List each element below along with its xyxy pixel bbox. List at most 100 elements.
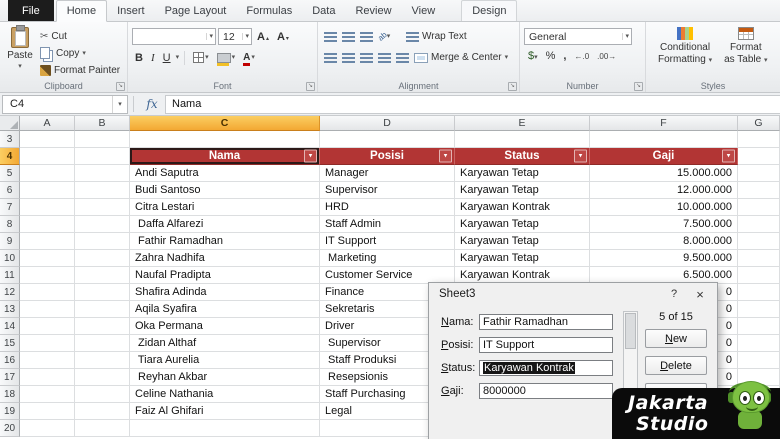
decrease-font-size-button[interactable] [274,28,292,45]
decrease-decimal-button[interactable] [597,52,616,61]
borders-button[interactable] [190,49,212,66]
cell-G13[interactable] [738,301,780,318]
tab-formulas[interactable]: Formulas [236,1,302,21]
cell-B7[interactable] [75,199,130,216]
column-header-c[interactable]: C [130,116,320,131]
font-color-button[interactable] [240,49,258,66]
cell-G5[interactable] [738,165,780,182]
column-header-d[interactable]: D [320,116,455,131]
column-header-g[interactable]: G [738,116,780,131]
table-header-cell-posisi[interactable]: Posisi [320,148,455,165]
align-middle-button[interactable] [340,28,356,45]
column-header-e[interactable]: E [455,116,590,131]
cell-B14[interactable] [75,318,130,335]
row-header-16[interactable]: 16 [0,352,20,369]
alignment-dialog-launcher-icon[interactable] [508,82,517,91]
cell-B12[interactable] [75,284,130,301]
format-as-table-button[interactable]: Format as Table [720,25,771,67]
cell-E8[interactable]: Karyawan Tetap [455,216,590,233]
cell-G10[interactable] [738,250,780,267]
cell-A11[interactable] [20,267,75,284]
dialog-close-button[interactable]: × [687,287,713,302]
format-painter-button[interactable]: Format Painter [40,63,120,77]
cell-A17[interactable] [20,369,75,386]
dialog-help-button[interactable]: ? [661,288,687,300]
filter-icon-status[interactable] [574,150,587,163]
cut-button[interactable]: Cut [40,29,120,43]
font-name-select[interactable] [132,28,216,45]
form-input-gaji[interactable]: 8000000 [479,383,613,399]
cell-G6[interactable] [738,182,780,199]
table-header-cell-nama[interactable]: Nama [130,148,320,165]
row-header-14[interactable]: 14 [0,318,20,335]
underline-button[interactable]: U [160,49,174,66]
percent-style-button[interactable]: % [546,50,556,62]
table-header-cell-gaji[interactable]: Gaji [590,148,738,165]
row-header-5[interactable]: 5 [0,165,20,182]
row-header-18[interactable]: 18 [0,386,20,403]
cell-F8[interactable]: 7.500.000 [590,216,738,233]
cell-C11[interactable]: Naufal Pradipta [130,267,320,284]
name-box-dropdown-icon[interactable] [112,96,127,113]
align-right-button[interactable] [358,49,374,66]
column-header-b[interactable]: B [75,116,130,131]
cell-B6[interactable] [75,182,130,199]
row-header-10[interactable]: 10 [0,250,20,267]
cell-B3[interactable] [75,131,130,148]
comma-style-button[interactable]: , [563,50,566,62]
filter-icon-nama[interactable] [304,150,317,163]
row-header-20[interactable]: 20 [0,420,20,437]
cell-A7[interactable] [20,199,75,216]
cell-C6[interactable]: Budi Santoso [130,182,320,199]
cell-C10[interactable]: Zahra Nadhifa [130,250,320,267]
tab-review[interactable]: Review [345,1,401,21]
cell-G14[interactable] [738,318,780,335]
bold-button[interactable]: B [132,49,146,66]
accounting-format-button[interactable]: $ [528,50,538,62]
cell-B16[interactable] [75,352,130,369]
cell-A16[interactable] [20,352,75,369]
column-header-f[interactable]: F [590,116,738,131]
row-header-4[interactable]: 4 [0,148,20,165]
cell-E6[interactable]: Karyawan Tetap [455,182,590,199]
form-input-posisi[interactable]: IT Support [479,337,613,353]
cell-D7[interactable]: HRD [320,199,455,216]
row-header-13[interactable]: 13 [0,301,20,318]
cell-A12[interactable] [20,284,75,301]
row-header-9[interactable]: 9 [0,233,20,250]
cell-B20[interactable] [75,420,130,437]
cell-A18[interactable] [20,386,75,403]
row-header-8[interactable]: 8 [0,216,20,233]
cell-B5[interactable] [75,165,130,182]
copy-button[interactable]: Copy [40,46,120,60]
cell-C5[interactable]: Andi Saputra [130,165,320,182]
cell-D8[interactable]: Staff Admin [320,216,455,233]
tab-view[interactable]: View [402,1,446,21]
align-top-button[interactable] [322,28,338,45]
cell-C18[interactable]: Celine Nathania [130,386,320,403]
cell-C7[interactable]: Citra Lestari [130,199,320,216]
row-header-15[interactable]: 15 [0,335,20,352]
cell-C9[interactable]: Fathir Ramadhan [130,233,320,250]
increase-font-size-button[interactable] [254,28,272,45]
column-header-a[interactable]: A [20,116,75,131]
cell-G16[interactable] [738,352,780,369]
cell-C16[interactable]: Tiara Aurelia [130,352,320,369]
cell-B11[interactable] [75,267,130,284]
dialog-title-bar[interactable]: Sheet3 ? × [429,283,717,305]
cell-D3[interactable] [320,131,455,148]
row-header-3[interactable]: 3 [0,131,20,148]
insert-function-button[interactable]: fx [139,97,165,111]
delete-button[interactable]: Delete [645,356,707,375]
row-header-11[interactable]: 11 [0,267,20,284]
cell-C12[interactable]: Shafira Adinda [130,284,320,301]
wrap-text-button[interactable]: Wrap Text [404,31,469,42]
tab-design[interactable]: Design [461,0,517,21]
number-format-select[interactable]: General [524,28,632,45]
cell-D6[interactable]: Supervisor [320,182,455,199]
fill-color-button[interactable] [214,49,239,66]
scrollbar-thumb[interactable] [625,313,636,349]
cell-A13[interactable] [20,301,75,318]
row-header-19[interactable]: 19 [0,403,20,420]
cell-B15[interactable] [75,335,130,352]
